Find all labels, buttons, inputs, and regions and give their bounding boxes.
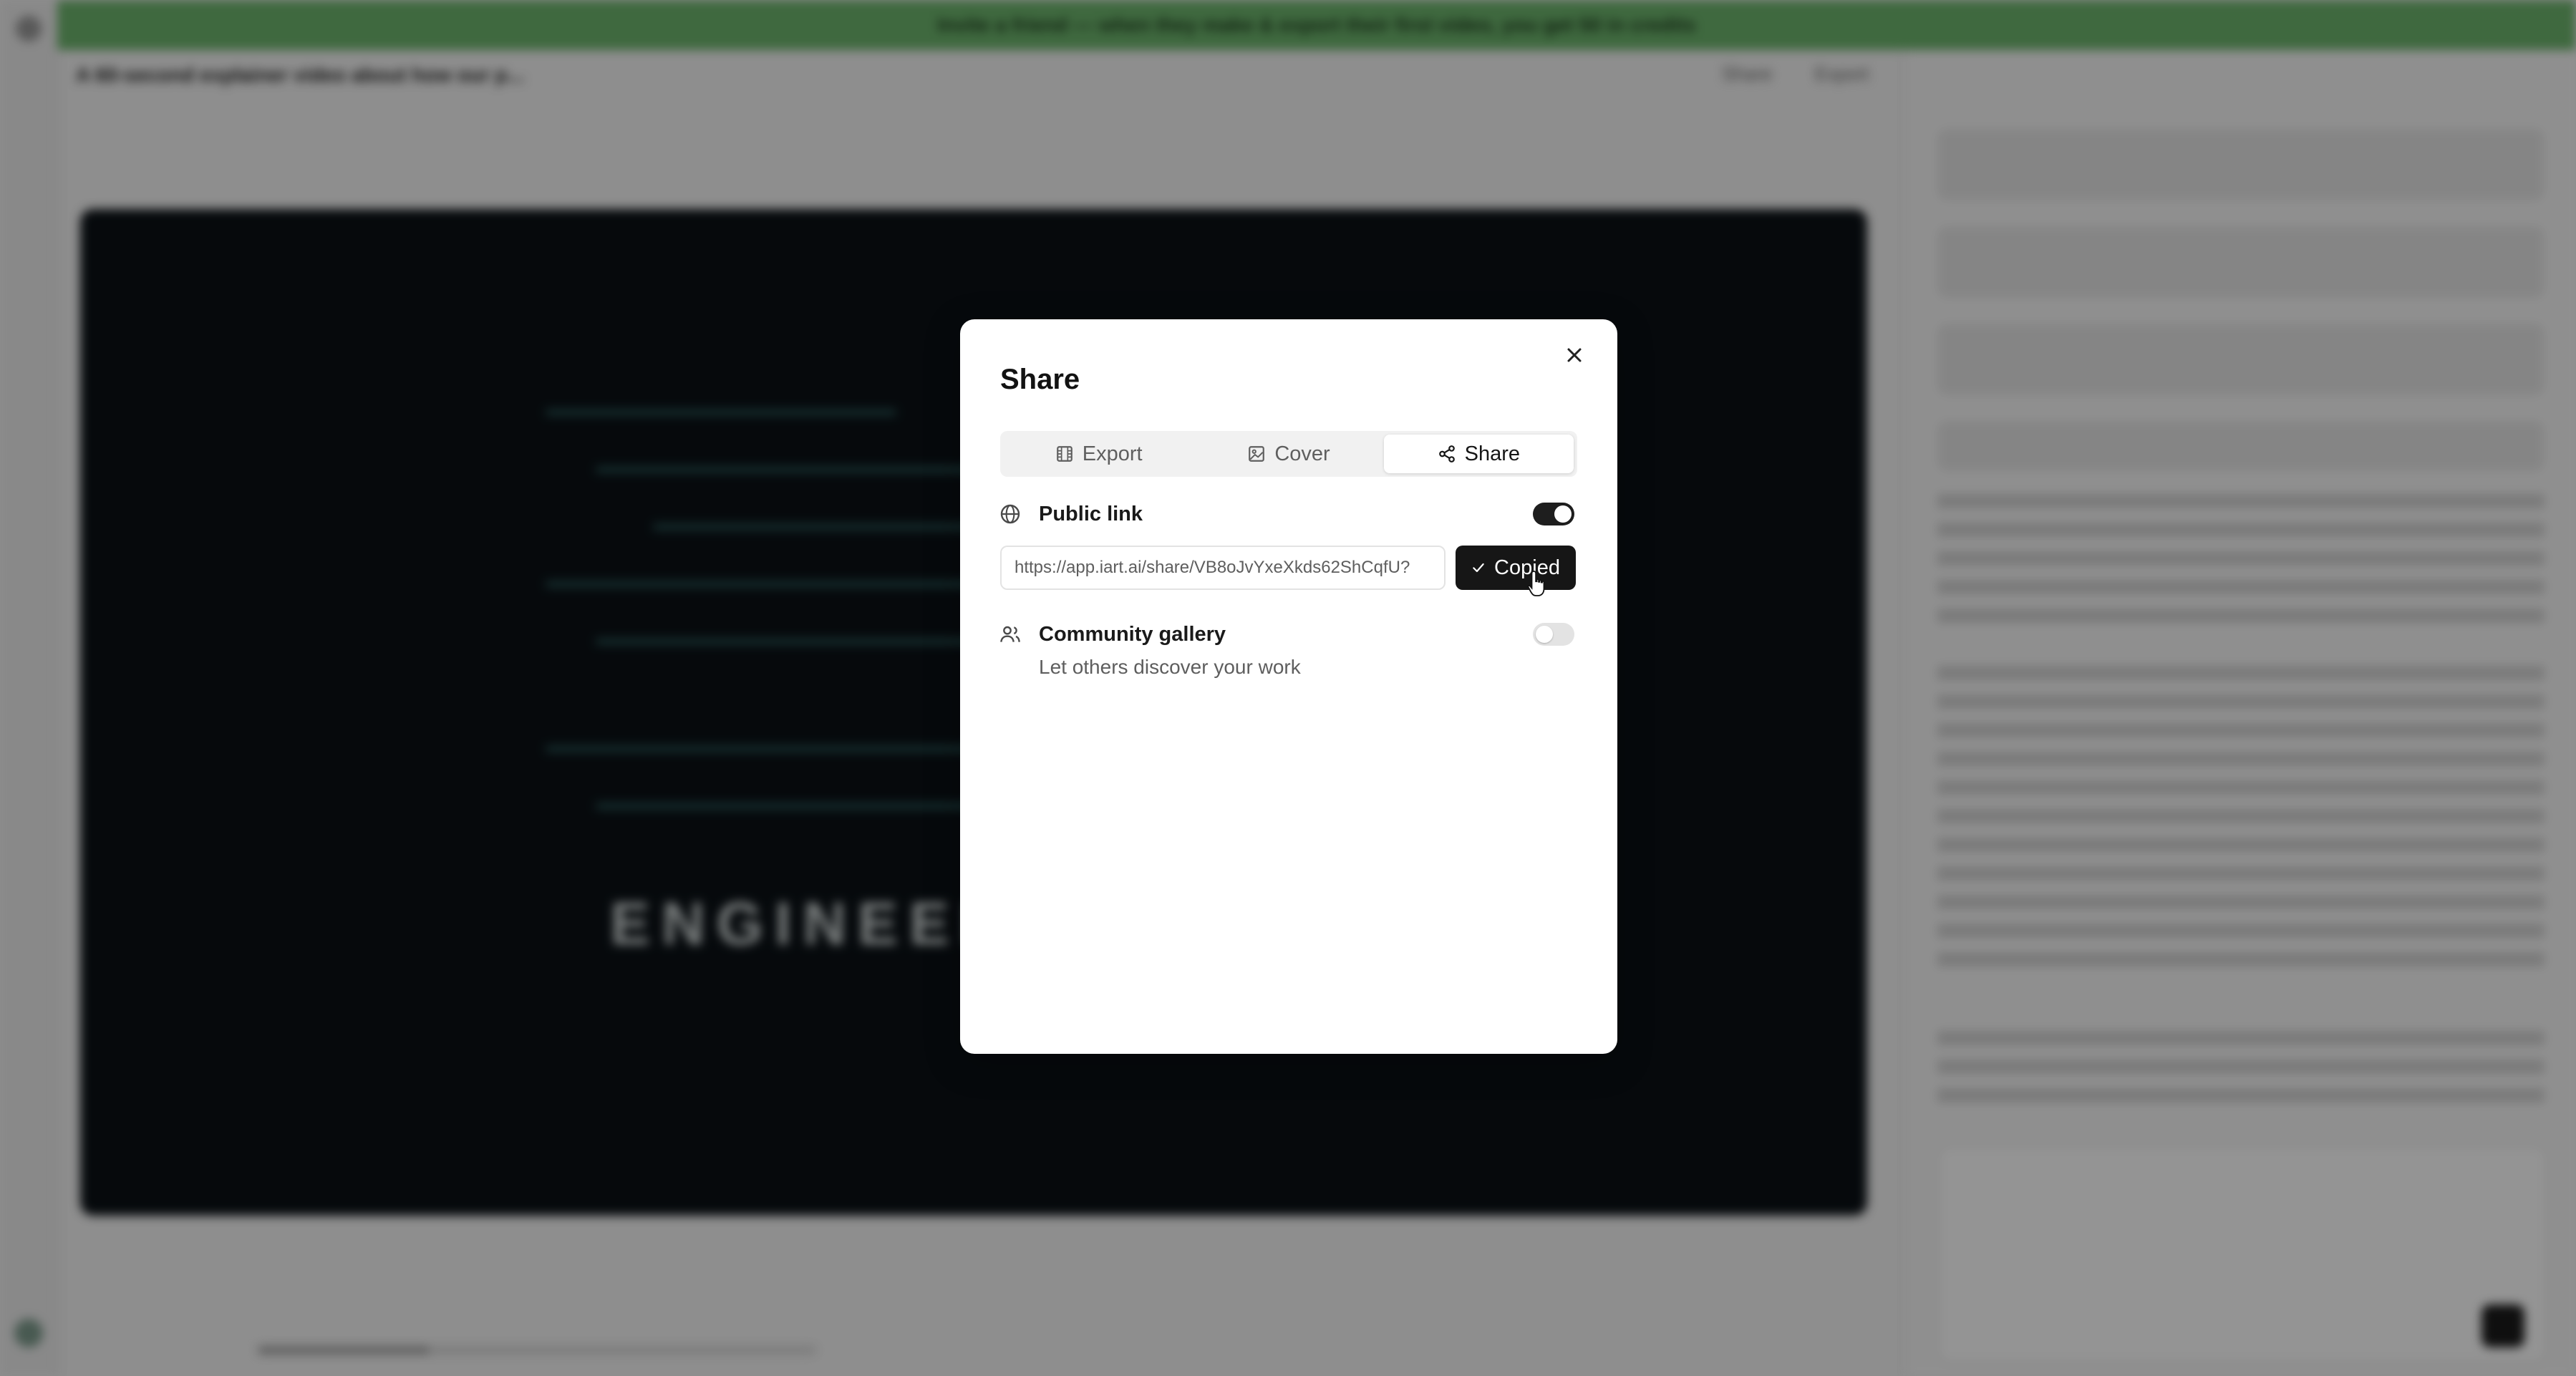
image-icon [1249, 446, 1265, 462]
share-url-field[interactable] [1000, 546, 1446, 590]
users-icon [1000, 626, 1020, 642]
check-icon [1473, 563, 1484, 573]
community-gallery-label: Community gallery [1039, 623, 1226, 646]
public-link-toggle[interactable] [1533, 503, 1574, 525]
close-button[interactable] [1560, 341, 1589, 369]
tab-export-label: Export [1082, 442, 1143, 465]
tab-share-label: Share [1464, 442, 1521, 465]
copy-link-button[interactable]: Copied [1456, 546, 1576, 590]
pointer-cursor-icon [1527, 571, 1545, 596]
globe-icon [1000, 504, 1020, 524]
tab-cover-label: Cover [1274, 442, 1330, 465]
tab-cover[interactable]: Cover [1193, 435, 1383, 473]
public-link-label: Public link [1039, 503, 1143, 525]
toggle-knob [1554, 505, 1572, 523]
tab-export[interactable]: Export [1004, 435, 1193, 473]
toggle-knob [1536, 626, 1553, 643]
tab-share[interactable]: Share [1383, 435, 1574, 473]
close-icon [1567, 348, 1582, 362]
community-gallery-toggle[interactable] [1533, 623, 1574, 646]
share-tabs: Export Cover Share [1000, 431, 1577, 477]
community-gallery-description: Let others discover your work [1039, 656, 1301, 678]
share-icon [1438, 445, 1455, 462]
dialog-title: Share [1000, 364, 1080, 395]
share-dialog: Share Export Cover Share Public link htt… [960, 319, 1617, 1054]
film-icon [1056, 446, 1072, 462]
